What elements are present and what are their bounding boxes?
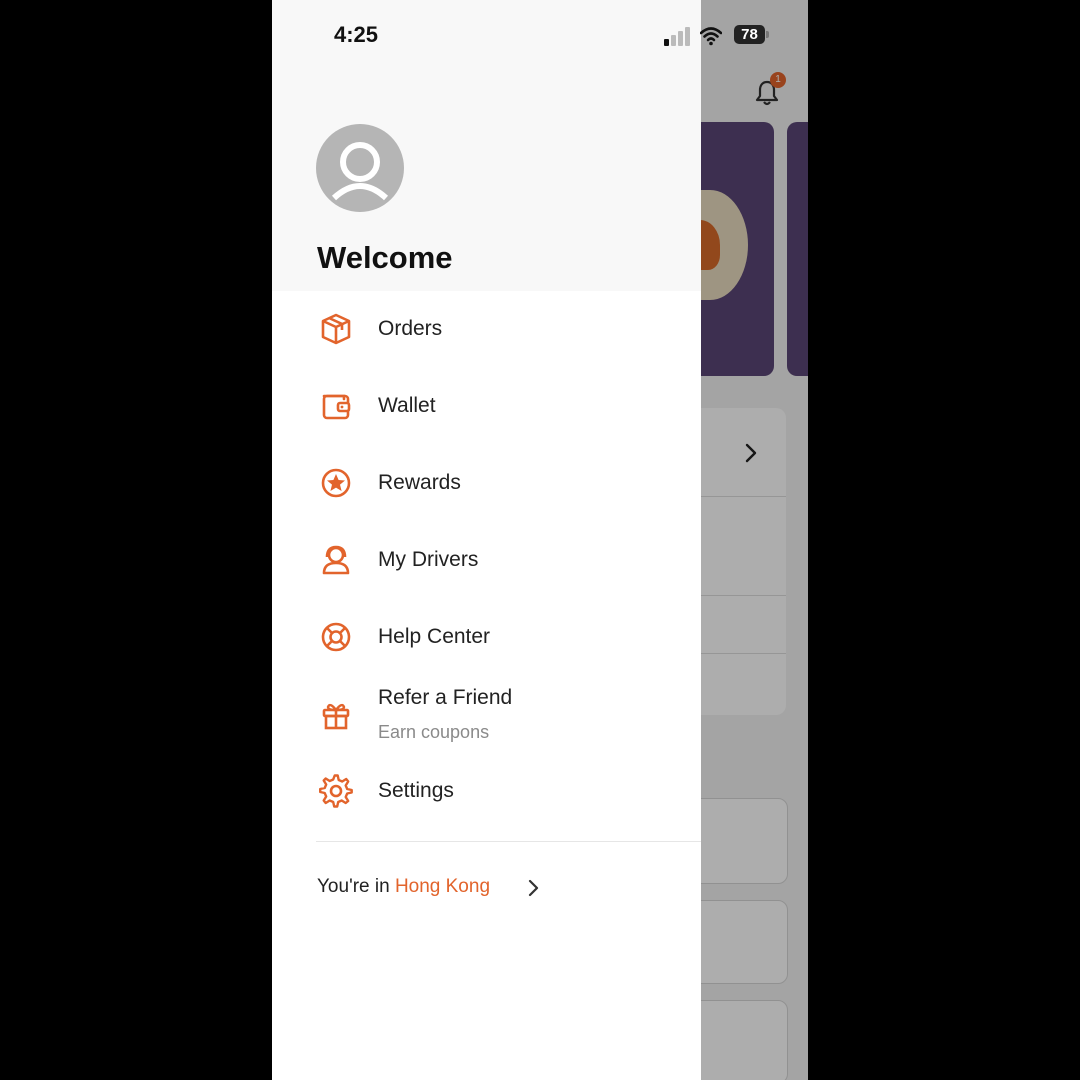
menu-label-my-drivers: My Drivers: [378, 548, 479, 571]
status-time: 4:25: [334, 22, 379, 47]
drawer-divider: [316, 841, 701, 842]
wallet-icon: [322, 394, 351, 420]
menu-item-refer-a-friend[interactable]: Refer a Friend Earn coupons: [272, 680, 701, 760]
region-selector[interactable]: You're in Hong Kong: [317, 876, 577, 902]
battery-level: 78: [734, 25, 765, 44]
menu-item-settings[interactable]: Settings: [272, 757, 701, 827]
region-prefix: You're in: [317, 876, 395, 897]
menu-label-help-center: Help Center: [378, 625, 491, 648]
menu-sublabel-earn-coupons: Earn coupons: [378, 722, 490, 742]
box-icon: [321, 313, 351, 345]
menu-item-orders[interactable]: Orders: [272, 295, 701, 365]
phone-screen: 1 4:25 78 Welcome Orders Wallet Rewards …: [272, 0, 808, 1080]
lifebuoy-icon: [321, 622, 351, 652]
gift-icon: [322, 703, 350, 730]
welcome-title: Welcome: [317, 240, 453, 275]
avatar[interactable]: [316, 124, 404, 212]
gear-icon: [319, 774, 353, 808]
menu-label-settings: Settings: [378, 779, 454, 802]
user-silhouette-icon: [331, 142, 389, 201]
drivers-icon: [322, 545, 350, 575]
chevron-right-icon: [528, 879, 539, 897]
side-drawer: 4:25 78 Welcome Orders Wallet Rewards My…: [272, 0, 769, 1080]
wifi-icon: [700, 27, 722, 46]
battery-icon: 78: [734, 25, 770, 46]
menu-label-rewards: Rewards: [378, 471, 461, 494]
menu-label-orders: Orders: [378, 317, 443, 340]
menu-item-help-center[interactable]: Help Center: [272, 603, 701, 673]
menu-label-wallet: Wallet: [378, 394, 436, 417]
menu-item-my-drivers[interactable]: My Drivers: [272, 526, 701, 596]
status-icons: 78: [664, 25, 774, 48]
menu-item-wallet[interactable]: Wallet: [272, 372, 701, 442]
menu-label-refer-a-friend: Refer a Friend: [378, 686, 513, 709]
rewards-icon: [321, 468, 351, 498]
signal-icon: [664, 27, 690, 46]
menu-item-rewards[interactable]: Rewards: [272, 449, 701, 519]
region-city: Hong Kong: [394, 876, 491, 897]
